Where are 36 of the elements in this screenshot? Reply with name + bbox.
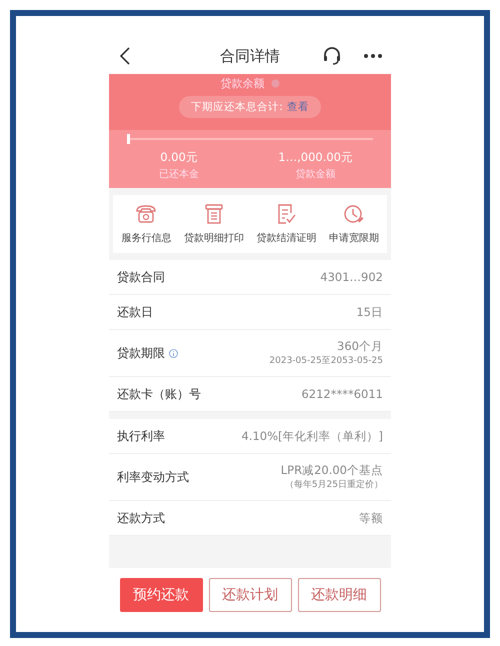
action-button[interactable]: 预约还款 (120, 578, 202, 612)
page-title: 合同详情 (220, 46, 280, 66)
row-label: 执行利率 (117, 428, 165, 444)
loan-amount: 1…,000.00元 (278, 150, 353, 165)
repaid-label: 已还本金 (159, 168, 199, 181)
row-value: 4301…902 (320, 270, 383, 284)
balance-label: 贷款余额 (220, 76, 264, 91)
clock-icon (342, 203, 365, 225)
shortcut-button[interactable]: 贷款结清证明 (256, 203, 316, 245)
row-value: 15日 (356, 304, 383, 320)
info-icon[interactable] (169, 348, 178, 358)
action-button[interactable]: 还款计划 (208, 578, 292, 612)
row-note: （每年5月25日重定价） (284, 478, 383, 491)
row-value: 4.10%[年化利率（单利）] (241, 428, 383, 444)
telephone-icon (135, 203, 158, 225)
next-payment-label: 下期应还本息合计: (191, 100, 283, 114)
repaid-amount: 0.00元 (160, 150, 198, 165)
row-value: 等额 (359, 510, 383, 526)
row-value: LPR减20.00个基点 (280, 463, 383, 478)
loan-amount-label: 贷款金额 (296, 168, 336, 181)
row-label: 还款日 (117, 304, 153, 320)
row-label: 利率变动方式 (117, 468, 189, 486)
row-label: 还款方式 (117, 510, 165, 526)
row-value: 360个月 (337, 339, 383, 354)
headset-icon[interactable] (321, 45, 343, 67)
shortcut-button[interactable]: 服务行信息 (121, 203, 172, 245)
row-note: 2023-05-25至2053-05-25 (269, 355, 383, 367)
scroll-icon (202, 203, 225, 225)
row-label: 还款卡（账）号 (117, 386, 201, 402)
shortcut-button[interactable]: 贷款明细打印 (184, 203, 244, 245)
action-button[interactable]: 还款明细 (298, 578, 380, 612)
row-label: 贷款期限 (117, 344, 165, 362)
row-label: 贷款合同 (117, 268, 165, 286)
more-icon[interactable] (363, 53, 383, 59)
shortcut-button[interactable]: 申请宽限期 (328, 203, 379, 245)
row-value: 6212****6011 (301, 387, 383, 401)
